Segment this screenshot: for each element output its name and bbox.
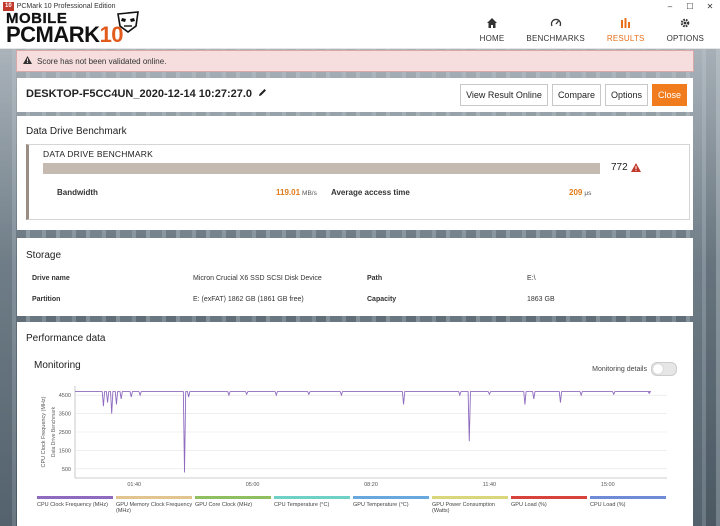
legend-swatch	[274, 496, 350, 499]
monitoring-details-toggle-group: Monitoring details	[592, 362, 677, 376]
legend-item[interactable]: GPU Power Consumption (Watts)	[432, 496, 509, 514]
legend-swatch	[37, 496, 113, 499]
legend-swatch	[116, 496, 192, 499]
chart-x-tick-label: 11:40	[483, 482, 496, 488]
nav-benchmarks[interactable]: BENCHMARKS	[526, 16, 585, 43]
edit-pencil-icon[interactable]	[258, 88, 267, 100]
legend-item[interactable]: GPU Temperature (°C)	[353, 496, 430, 508]
validation-warning: Score has not been validated online.	[16, 50, 694, 72]
legend-label: GPU Load (%)	[511, 502, 547, 508]
storage-section-title: Storage	[26, 250, 62, 261]
path-label: Path	[367, 275, 383, 282]
benchmark-section-title: Data Drive Benchmark	[26, 126, 127, 137]
minimize-icon[interactable]: –	[660, 2, 680, 11]
chart-x-tick-label: 05:00	[246, 482, 260, 488]
chart-y-axis-label: CPU Clock Frequency (MHz)	[41, 396, 47, 467]
options-button[interactable]: Options	[604, 84, 648, 106]
legend-label: GPU Memory Clock Frequency (MHz)	[116, 502, 193, 514]
chart-y-tick-label: 3500	[59, 412, 71, 418]
legend-label: CPU Clock Frequency (MHz)	[37, 502, 108, 508]
maximize-icon[interactable]: ☐	[680, 2, 700, 11]
legend-swatch	[590, 496, 666, 499]
legend-swatch	[432, 496, 508, 499]
legend-item[interactable]: GPU Load (%)	[511, 496, 588, 508]
drive-name-label: Drive name	[32, 275, 70, 282]
benchmark-card: DATA DRIVE BENCHMARK 772 Bandwidth 119.0…	[26, 144, 690, 220]
partition-value: E: (exFAT) 1862 GB (1861 GB free)	[193, 296, 304, 303]
access-time-label: Average access time	[331, 188, 410, 197]
performance-section-title: Performance data	[26, 333, 106, 344]
chart-x-tick-label: 01:40	[127, 482, 141, 488]
bandwidth-value: 119.01 MB/s	[276, 188, 317, 197]
score-warning-icon	[630, 163, 641, 172]
warning-icon	[23, 56, 32, 66]
monitoring-details-toggle[interactable]	[651, 362, 677, 376]
monitoring-details-label: Monitoring details	[592, 365, 647, 373]
chart-y-tick-label: 2500	[59, 430, 71, 436]
benchmark-name: DATA DRIVE BENCHMARK	[43, 149, 153, 159]
window-title: PCMark 10 Professional Edition	[16, 2, 116, 10]
nav-results[interactable]: RESULTS	[607, 16, 645, 43]
gauge-icon	[550, 16, 562, 30]
monitoring-title: Monitoring	[34, 360, 81, 371]
path-value: E:\	[527, 275, 536, 282]
compare-button[interactable]: Compare	[551, 84, 601, 106]
chart-y-tick-label: 1500	[59, 448, 71, 454]
legend-item[interactable]: GPU Core Clock (MHz)	[195, 496, 272, 508]
performance-panel: Performance data Monitoring Monitoring d…	[17, 322, 693, 526]
legend-item[interactable]: CPU Temperature (°C)	[274, 496, 351, 508]
benchmark-score: 772	[611, 162, 641, 173]
chart-legend: CPU Clock Frequency (MHz) GPU Memory Cloc…	[37, 496, 677, 524]
legend-label: CPU Temperature (°C)	[274, 502, 330, 508]
legend-label: GPU Core Clock (MHz)	[195, 502, 253, 508]
logo-pcmark-text: PCMARK10	[6, 22, 124, 47]
chart-x-tick-label: 08:20	[364, 482, 378, 488]
capacity-value: 1863 GB	[527, 296, 555, 303]
legend-swatch	[353, 496, 429, 499]
monitoring-chart: 500 1500 2500 3500 4500 01:40 05:00 08:20 11:40 1…	[41, 386, 667, 488]
partition-label: Partition	[32, 296, 61, 303]
chart-x-tick-label: 15:00	[601, 482, 615, 488]
chart-y-tick-label: 500	[62, 467, 71, 473]
legend-item[interactable]: GPU Memory Clock Frequency (MHz)	[116, 496, 193, 514]
view-result-online-button[interactable]: View Result Online	[460, 84, 548, 106]
legend-label: CPU Load (%)	[590, 502, 626, 508]
legend-item[interactable]: CPU Clock Frequency (MHz)	[37, 496, 114, 508]
drive-name-value: Micron Crucial X6 SSD SCSI Disk Device	[193, 275, 322, 282]
capacity-label: Capacity	[367, 296, 397, 303]
access-time-value: 209 μs	[569, 188, 592, 197]
score-bar	[43, 163, 600, 174]
app-header: MOBILE PCMARK10 HOME BENCHMARKS RESULTS …	[0, 11, 720, 49]
close-button[interactable]: Close	[651, 84, 687, 106]
window-titlebar: 10 PCMark 10 Professional Edition – ☐ ✕	[0, 0, 720, 12]
gear-icon	[679, 16, 691, 30]
warning-text: Score has not been validated online.	[37, 56, 167, 66]
bandwidth-label: Bandwidth	[57, 188, 98, 197]
legend-label: GPU Temperature (°C)	[353, 502, 409, 508]
bar-chart-icon	[620, 16, 632, 30]
result-title: DESKTOP-F5CC4UN_2020-12-14 10:27:27.0	[26, 88, 267, 100]
legend-item[interactable]: CPU Load (%)	[590, 496, 667, 508]
nav-options[interactable]: OPTIONS	[667, 16, 704, 43]
nav-home[interactable]: HOME	[480, 16, 505, 43]
storage-panel: Storage Drive name Micron Crucial X6 SSD…	[17, 238, 693, 316]
home-icon	[486, 16, 498, 30]
legend-label: GPU Power Consumption (Watts)	[432, 502, 495, 514]
close-window-icon[interactable]: ✕	[700, 2, 720, 11]
chart-y-tick-label: 4500	[59, 393, 71, 399]
legend-swatch	[195, 496, 271, 499]
benchmark-panel: Data Drive Benchmark DATA DRIVE BENCHMAR…	[17, 116, 693, 230]
result-header-panel: DESKTOP-F5CC4UN_2020-12-14 10:27:27.0 Vi…	[17, 78, 693, 112]
chart-annotation: Data Drive Benchmark	[51, 406, 57, 457]
legend-swatch	[511, 496, 587, 499]
result-name: DESKTOP-F5CC4UN_2020-12-14 10:27:27.0	[26, 88, 253, 100]
main-nav: HOME BENCHMARKS RESULTS OPTIONS	[480, 16, 704, 43]
